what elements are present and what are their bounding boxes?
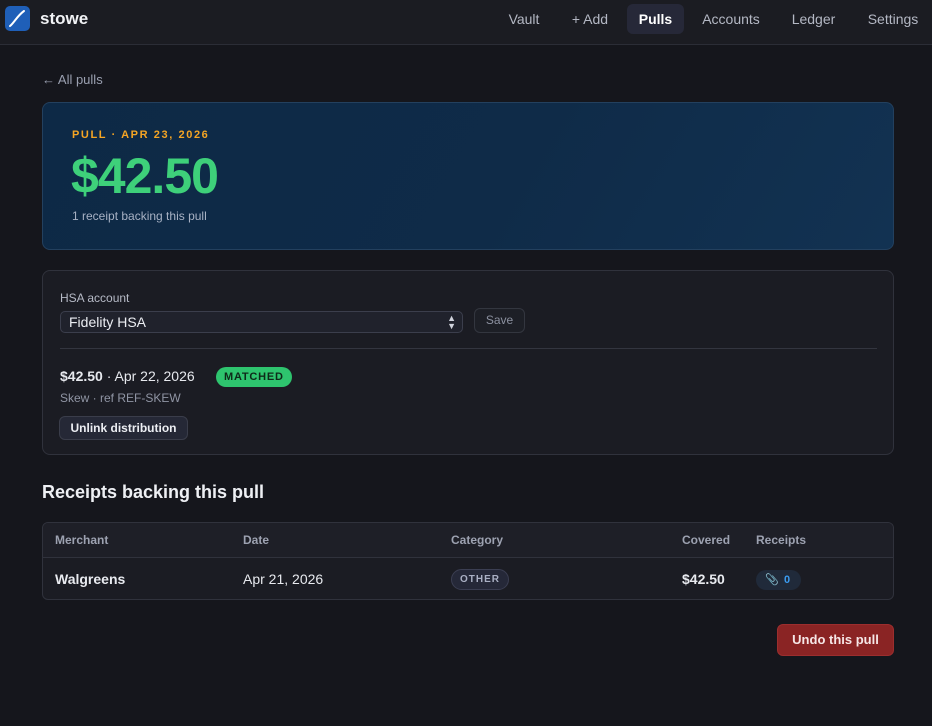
distribution-date: · Apr 22, 2026: [106, 368, 195, 384]
column-merchant[interactable]: Merchant: [55, 533, 108, 547]
hsa-account-select[interactable]: Fidelity HSA ▲ ▼: [60, 311, 463, 333]
nav-pulls[interactable]: Pulls: [627, 4, 684, 34]
nav-accounts[interactable]: Accounts: [691, 4, 771, 34]
receipts-section-title: Receipts backing this pull: [42, 482, 265, 502]
receipts-count: 0: [784, 574, 791, 586]
column-covered[interactable]: Covered: [682, 533, 730, 547]
distribution-amount: $42.50: [60, 368, 103, 384]
save-account-button[interactable]: Save: [474, 308, 525, 333]
pull-summary-card: PULL · APR 23, 2026 $42.50 1 receipt bac…: [42, 102, 894, 250]
pull-amount: $42.50: [71, 148, 219, 204]
brand-name[interactable]: stowe: [40, 9, 88, 29]
category-badge: OTHER: [451, 569, 509, 590]
nav-vault[interactable]: Vault: [497, 4, 551, 34]
table-header: Merchant Date Category Covered Receipts: [43, 523, 893, 558]
hsa-account-label: HSA account: [60, 291, 130, 305]
paperclip-icon: 📎: [765, 574, 779, 586]
distribution-summary: $42.50 · Apr 22, 2026: [60, 368, 195, 384]
nav-settings[interactable]: Settings: [858, 4, 928, 34]
distribution-card: HSA account Fidelity HSA ▲ ▼ Save $42.50 …: [42, 270, 894, 455]
undo-pull-button[interactable]: Undo this pull: [777, 624, 894, 656]
column-receipts[interactable]: Receipts: [756, 533, 806, 547]
row-date: Apr 21, 2026: [243, 571, 324, 587]
row-covered-amount: $42.50: [682, 571, 725, 587]
column-date[interactable]: Date: [243, 533, 269, 547]
card-divider: [60, 348, 877, 349]
top-nav-bar: stowe Vault + Add Pulls Accounts Ledger …: [0, 0, 932, 45]
matched-status-badge: MATCHED: [216, 367, 292, 387]
receipts-attachment-chip[interactable]: 📎 0: [756, 570, 801, 590]
back-to-all-pulls-link[interactable]: ← All pulls: [42, 72, 103, 87]
receipts-table: Merchant Date Category Covered Receipts …: [42, 522, 894, 600]
stowe-logo-icon[interactable]: [5, 6, 30, 31]
select-chevrons-icon: ▲ ▼: [447, 313, 456, 331]
pull-receipt-count: 1 receipt backing this pull: [72, 209, 207, 223]
pull-date-kicker: PULL · APR 23, 2026: [72, 129, 210, 141]
nav-add[interactable]: + Add: [560, 4, 620, 34]
nav-ledger[interactable]: Ledger: [780, 4, 847, 34]
unlink-distribution-button[interactable]: Unlink distribution: [59, 416, 188, 440]
column-category[interactable]: Category: [451, 533, 503, 547]
row-merchant[interactable]: Walgreens: [55, 571, 125, 587]
hsa-account-selected-value: Fidelity HSA: [69, 314, 147, 330]
distribution-reference: Skew · ref REF-SKEW: [60, 391, 181, 405]
